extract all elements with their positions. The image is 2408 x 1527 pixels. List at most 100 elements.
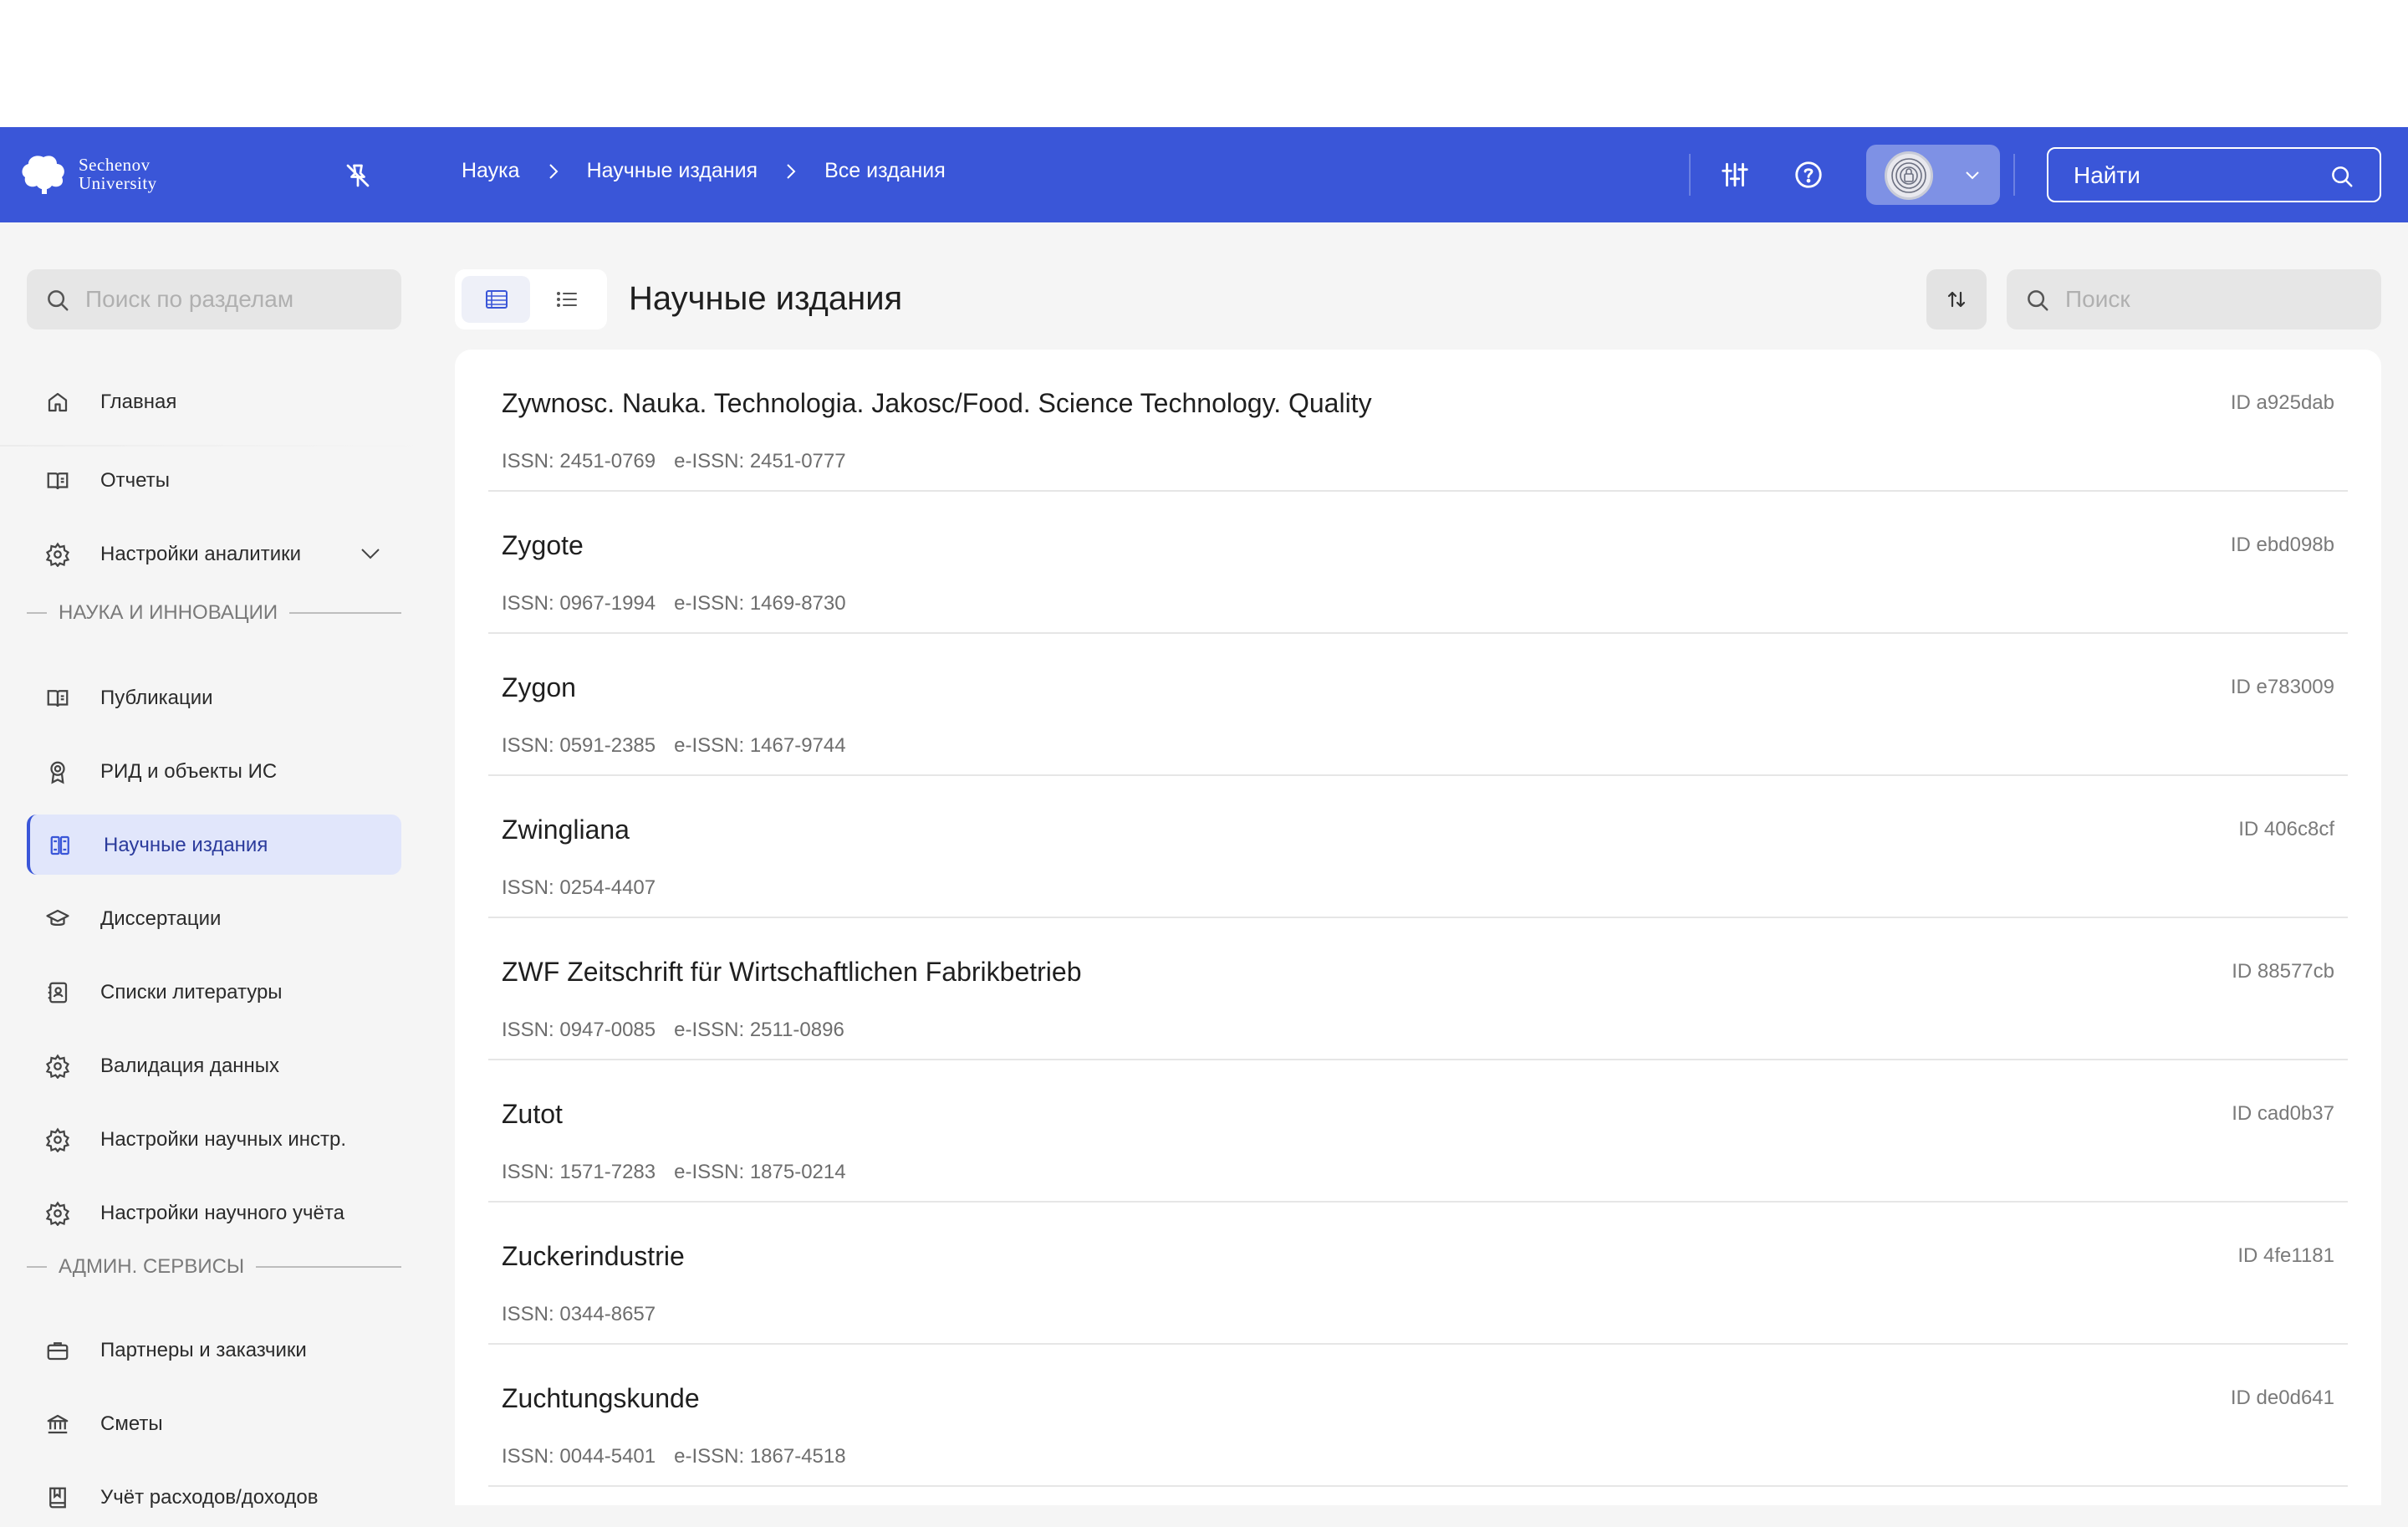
section-header-admin: АДМИН. СЕРВИСЫ — [27, 1254, 401, 1279]
sidebar-search[interactable] — [27, 269, 401, 329]
sidebar-item-reference-lists[interactable]: Списки литературы — [27, 962, 401, 1022]
sidebar-item-label: Диссертации — [100, 907, 222, 930]
sidebar-item-partners[interactable]: Партнеры и заказчики — [27, 1320, 401, 1380]
list-item[interactable]: Zuckerindustrie ID 4fe1181 ISSN: 0344-86… — [488, 1203, 2348, 1345]
list-item[interactable]: Zywnosc. Nauka. Technologia. Jakosc/Food… — [488, 350, 2348, 492]
content-toolbar: Научные издания — [455, 269, 2381, 329]
list-search-input[interactable] — [2065, 284, 2366, 314]
table-view-button[interactable] — [462, 276, 530, 323]
journals-icon — [50, 835, 69, 855]
journal-title[interactable]: Zygote — [502, 530, 584, 561]
award-icon — [50, 761, 65, 784]
sidebar-item-label: Списки литературы — [100, 981, 283, 1004]
sidebar-item-label: Учёт расходов/доходов — [100, 1486, 319, 1509]
search-icon — [2028, 290, 2048, 311]
breadcrumb-all-journals[interactable]: Все издания — [824, 159, 946, 183]
list-item[interactable]: Zygon ID e783009 ISSN: 0591-2385 e-ISSN: … — [488, 634, 2348, 776]
journal-title[interactable]: ZWF Zeitschrift für Wirtschaftlichen Fab… — [502, 957, 1081, 988]
journal-title[interactable]: Zywnosc. Nauka. Technologia. Jakosc/Food… — [502, 388, 1372, 419]
journal-title[interactable]: Zuchtungskunde — [502, 1383, 700, 1414]
breadcrumb-journals[interactable]: Научные издания — [587, 159, 758, 183]
sort-button[interactable] — [1926, 269, 1987, 329]
sidebar-item-data-validation[interactable]: Валидация данных — [27, 1035, 401, 1095]
journal-title[interactable]: Zutot — [502, 1099, 563, 1130]
sidebar-item-label: Партнеры и заказчики — [100, 1339, 307, 1361]
view-toggle — [455, 269, 607, 329]
sliders-icon[interactable] — [1719, 159, 1751, 191]
book-icon — [47, 690, 69, 707]
header-divider — [2013, 154, 2015, 196]
journal-issn: ISSN: 0044-5401 — [502, 1445, 656, 1468]
search-icon[interactable] — [2329, 164, 2354, 189]
sidebar-item-label: Научные издания — [104, 834, 268, 856]
sidebar-item-home[interactable]: Главная — [27, 371, 401, 432]
journal-id: ID e783009 — [2230, 676, 2334, 698]
sidebar-item-ip-objects[interactable]: РИД и объекты ИС — [27, 741, 401, 801]
breadcrumb: Наука Научные издания Все издания — [462, 159, 946, 183]
list-item[interactable]: Zwingliana ID 406c8cf ISSN: 0254-4407 — [488, 776, 2348, 918]
gear-icon — [45, 1201, 70, 1226]
journal-eissn: e-ISSN: 1875-0214 — [674, 1161, 846, 1183]
sidebar-item-label: Главная — [100, 391, 177, 413]
section-title: АДМИН. СЕРВИСЫ — [59, 1255, 245, 1278]
sidebar-item-reports[interactable]: Отчеты — [27, 450, 401, 510]
table-view-icon — [486, 290, 508, 309]
help-icon[interactable] — [1793, 159, 1824, 191]
chevron-right-icon — [548, 163, 558, 179]
sidebar-item-dissertations[interactable]: Диссертации — [27, 888, 401, 948]
journal-title[interactable]: Zygon — [502, 672, 576, 703]
journal-id: ID a925dab — [2230, 391, 2334, 414]
gear-icon — [45, 1127, 70, 1152]
gear-icon — [45, 542, 70, 567]
divider — [0, 445, 426, 447]
list-item[interactable]: ZWF Zeitschrift für Wirtschaftlichen Fab… — [488, 918, 2348, 1060]
sidebar-search-input[interactable] — [85, 284, 386, 314]
journal-eissn: e-ISSN: 2511-0896 — [674, 1019, 844, 1041]
sidebar-item-label: Валидация данных — [100, 1055, 280, 1077]
list-search[interactable] — [2007, 269, 2381, 329]
sidebar-item-estimates[interactable]: Сметы — [27, 1393, 401, 1453]
chevron-down-icon — [1966, 171, 1979, 180]
sidebar-item-expenses[interactable]: Учёт расходов/доходов — [27, 1467, 401, 1527]
list-item[interactable]: Zygote ID ebd098b ISSN: 0967-1994 e-ISSN:… — [488, 492, 2348, 634]
sidebar-item-science-tools-settings[interactable]: Настройки научных инстр. — [27, 1109, 401, 1169]
journal-title[interactable]: Zuckerindustrie — [502, 1241, 685, 1272]
journal-id: ID ebd098b — [2230, 534, 2334, 556]
global-search[interactable] — [2047, 147, 2381, 202]
search-icon — [48, 290, 69, 311]
profile-menu[interactable] — [1866, 145, 2000, 205]
breadcrumb-science[interactable]: Наука — [462, 159, 520, 183]
journal-issn: ISSN: 1571-7283 — [502, 1161, 656, 1183]
journal-issn: ISSN: 0254-4407 — [502, 876, 656, 899]
journal-eissn: e-ISSN: 1469-8730 — [674, 592, 846, 615]
sidebar-item-publications[interactable]: Публикации — [27, 667, 401, 728]
contacts-book-icon — [48, 982, 68, 1004]
briefcase-icon — [47, 1342, 69, 1361]
section-title: НАУКА И ИННОВАЦИИ — [59, 601, 278, 624]
journals-list: Zywnosc. Nauka. Technologia. Jakosc/Food… — [455, 350, 2381, 1505]
logo[interactable]: Sechenov University — [18, 152, 157, 196]
chevron-down-icon[interactable] — [360, 545, 381, 562]
gear-icon — [45, 1054, 70, 1079]
journal-eissn: e-ISSN: 1467-9744 — [674, 734, 846, 757]
sidebar-item-label: Отчеты — [100, 469, 170, 492]
list-view-button[interactable] — [532, 276, 600, 323]
list-item[interactable]: Zuchtungskunde ID de0d641 ISSN: 0044-540… — [488, 1345, 2348, 1487]
journal-id: ID 406c8cf — [2238, 818, 2334, 840]
journal-issn: ISSN: 0967-1994 — [502, 592, 656, 615]
journal-id: ID 88577cb — [2232, 960, 2334, 983]
journal-title[interactable]: Zwingliana — [502, 815, 630, 845]
sidebar: Главная Отчеты Настройки аналитики НАУКА… — [0, 222, 426, 1509]
avatar — [1885, 151, 1933, 200]
unpin-icon[interactable] — [343, 161, 373, 191]
list-view-icon — [557, 292, 577, 307]
sidebar-item-scientific-journals[interactable]: Научные издания — [27, 815, 401, 875]
fingerprint-icon — [1891, 158, 1926, 193]
list-item[interactable]: Zutot ID cad0b37 ISSN: 1571-7283 e-ISSN: … — [488, 1060, 2348, 1203]
global-search-input[interactable] — [2074, 161, 2324, 191]
sidebar-item-analytics-settings[interactable]: Настройки аналитики — [27, 523, 401, 584]
section-header-science: НАУКА И ИННОВАЦИИ — [27, 600, 401, 626]
sidebar-item-science-accounting-settings[interactable]: Настройки научного учёта — [27, 1182, 401, 1243]
page-title: Научные издания — [629, 280, 903, 317]
graduation-cap-icon — [46, 909, 69, 926]
